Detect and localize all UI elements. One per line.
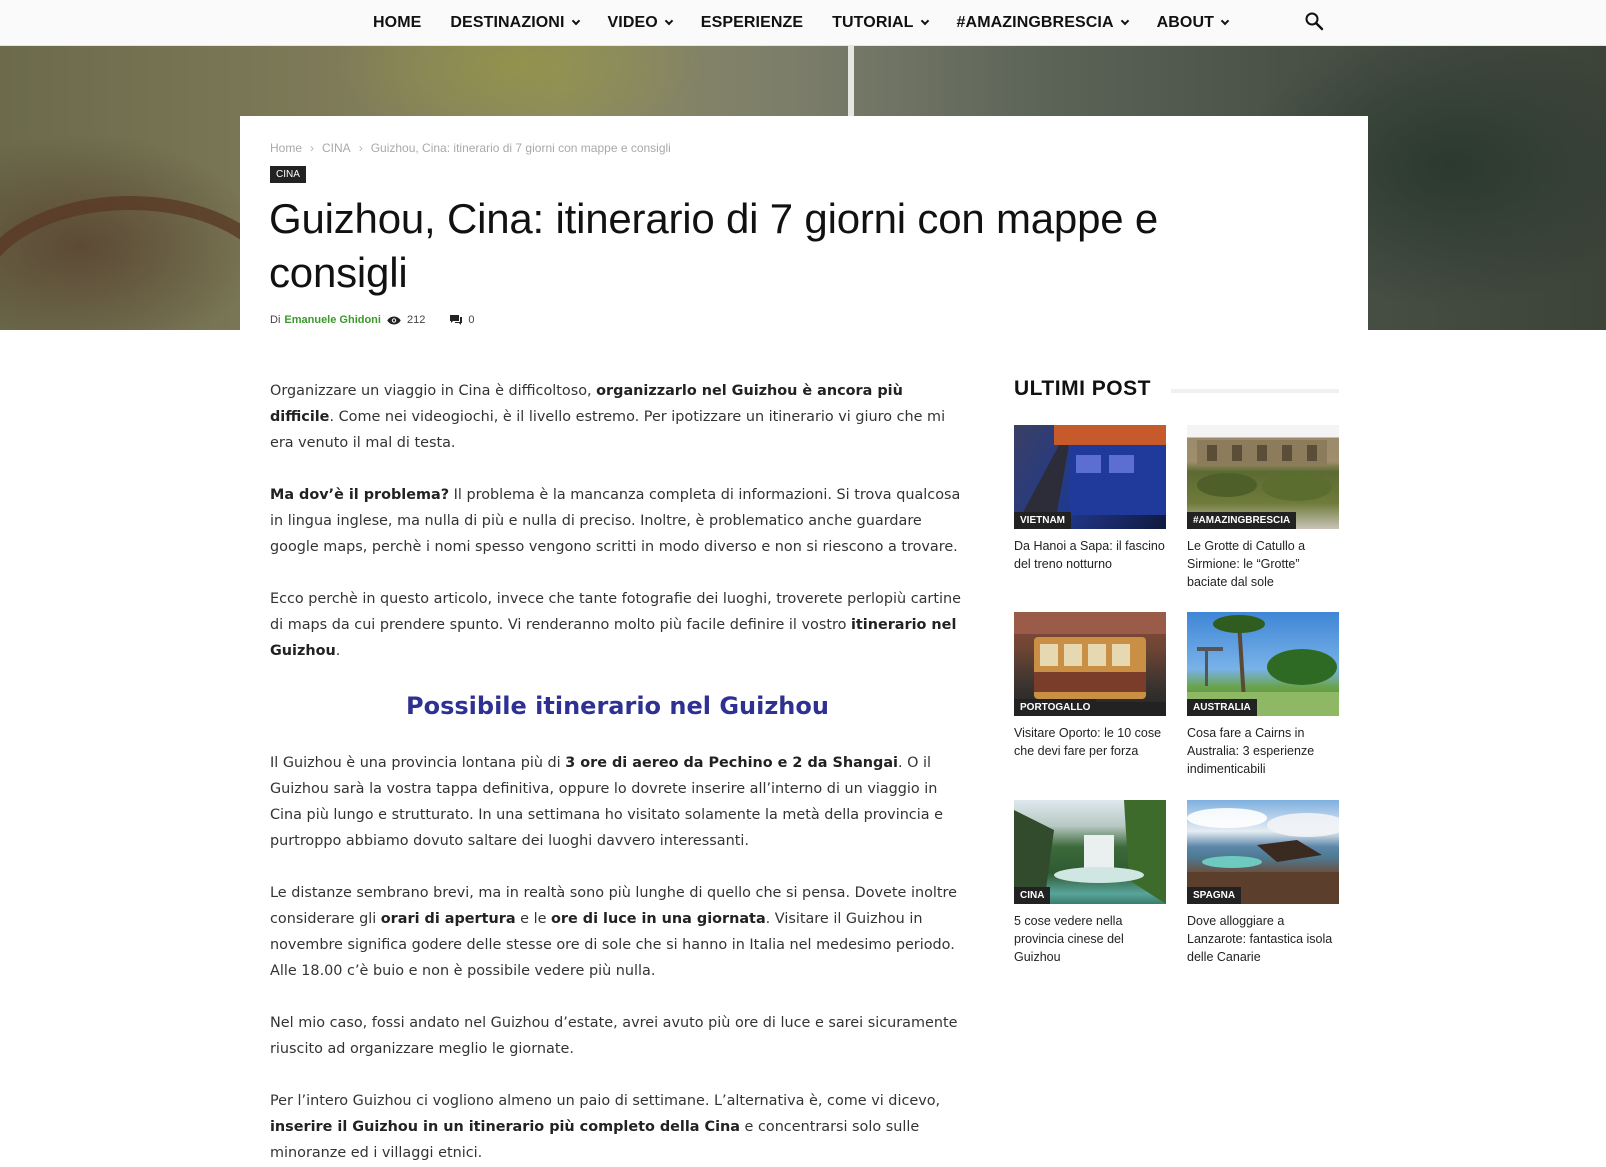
breadcrumb-home[interactable]: Home [270, 141, 302, 155]
article-title: Guizhou, Cina: itinerario di 7 giorni co… [269, 195, 1159, 296]
by-label: Di [270, 314, 281, 326]
paragraph: Le distanze sembrano brevi, ma in realtà… [270, 880, 965, 984]
post-thumbnail[interactable]: AUSTRALIA [1187, 612, 1339, 716]
comments-value: 0 [468, 314, 475, 326]
widget-title-label: ULTIMI POST [1014, 377, 1151, 400]
recent-post: VIETNAM Da Hanoi a Sapa: il fascino del … [1014, 425, 1166, 573]
post-title-link[interactable]: Dove alloggiare a Lanzarote: fantastica … [1187, 912, 1339, 966]
breadcrumb-separator: › [358, 141, 363, 155]
menu-item-video[interactable]: VIDEO [607, 14, 674, 32]
views-value: 212 [406, 314, 426, 326]
menu-item-home[interactable]: HOME [373, 14, 421, 32]
section-heading: Possibile itinerario nel Guizhou [406, 692, 829, 720]
main-menu: HOME DESTINAZIONI VIDEO ESPERIENZE TUTOR… [373, 0, 1257, 46]
menu-item-destinazioni[interactable]: DESTINAZIONI [450, 14, 580, 32]
article-body: Organizzare un viaggio in Cina è diffico… [270, 378, 965, 1167]
chevron-down-icon [920, 16, 929, 26]
bold-text: inserire il Guizhou in un itinerario più… [270, 1119, 740, 1135]
paragraph: Organizzare un viaggio in Cina è diffico… [270, 378, 965, 456]
widget-title-divider [1170, 388, 1339, 393]
recent-post: PORTOGALLO Visitare Oporto: le 10 cose c… [1014, 612, 1166, 760]
post-category-tag[interactable]: SPAGNA [1187, 887, 1242, 904]
text: Per l’intero Guizhou ci vogliono almeno … [270, 1093, 941, 1109]
post-thumbnail[interactable]: VIETNAM [1014, 425, 1166, 529]
post-category-tag[interactable]: CINA [1014, 887, 1051, 904]
paragraph: Il Guizhou è una provincia lontana più d… [270, 750, 965, 854]
menu-item-amazingbrescia[interactable]: #AMAZINGBRESCIA [956, 14, 1129, 32]
category-tag[interactable]: CINA [270, 166, 306, 183]
comment-icon [450, 315, 463, 325]
text: . [335, 643, 341, 659]
top-navigation: HOME DESTINAZIONI VIDEO ESPERIENZE TUTOR… [0, 0, 1606, 46]
breadcrumb-category[interactable]: CINA [322, 141, 351, 155]
breadcrumb-current: Guizhou, Cina: itinerario di 7 giorni co… [370, 141, 671, 155]
post-title-link[interactable]: Cosa fare a Cairns in Australia: 3 esper… [1187, 724, 1339, 778]
post-thumbnail[interactable]: #AMAZINGBRESCIA [1187, 425, 1339, 529]
article-header: Home › CINA › Guizhou, Cina: itinerario … [240, 116, 1368, 330]
bold-text: orari di apertura [380, 911, 516, 927]
recent-post: AUSTRALIA Cosa fare a Cairns in Australi… [1187, 612, 1339, 778]
menu-item-label: TUTORIAL [832, 14, 914, 31]
text: e le [515, 911, 552, 927]
views-count: 212 [387, 314, 425, 326]
search-icon [1305, 12, 1324, 31]
text: Organizzare un viaggio in Cina è diffico… [270, 383, 597, 399]
paragraph: Nel mio caso, fossi andato nel Guizhou d… [270, 1015, 958, 1057]
bold-text: ore di luce in una giornata [551, 911, 766, 927]
post-category-tag[interactable]: #AMAZINGBRESCIA [1187, 512, 1297, 529]
author-link[interactable]: Emanuele Ghidoni [284, 314, 381, 326]
recent-post: #AMAZINGBRESCIA Le Grotte di Catullo a S… [1187, 425, 1339, 591]
breadcrumb-separator: › [310, 141, 315, 155]
post-thumbnail[interactable]: CINA [1014, 800, 1166, 904]
chevron-down-icon [1120, 16, 1129, 26]
post-thumbnail[interactable]: PORTOGALLO [1014, 612, 1166, 716]
menu-item-label: DESTINAZIONI [450, 14, 565, 31]
text: Il Guizhou è una provincia lontana più d… [270, 755, 566, 771]
recent-post: SPAGNA Dove alloggiare a Lanzarote: fant… [1187, 800, 1339, 966]
post-category-tag[interactable]: VIETNAM [1014, 512, 1071, 529]
post-title-link[interactable]: Le Grotte di Catullo a Sirmione: le “Gro… [1187, 537, 1339, 591]
post-title-link[interactable]: Visitare Oporto: le 10 cose che devi far… [1014, 724, 1166, 760]
comments-count[interactable]: 0 [450, 314, 474, 326]
menu-item-esperienze[interactable]: ESPERIENZE [701, 14, 803, 32]
post-thumbnail[interactable]: SPAGNA [1187, 800, 1339, 904]
chevron-down-icon [1220, 16, 1230, 26]
menu-item-about[interactable]: ABOUT [1156, 14, 1230, 32]
hero-pole-shape [848, 46, 854, 116]
recent-post: CINA 5 cose vedere nella provincia cines… [1014, 800, 1166, 966]
menu-item-label: HOME [373, 14, 422, 31]
menu-item-label: ESPERIENZE [700, 14, 804, 31]
paragraph: Ma dov’è il problema? Il problema è la m… [270, 482, 965, 560]
widget-title: ULTIMI POST [1014, 377, 1339, 401]
bold-text: 3 ore di aereo da Pechino e 2 da Shangai [565, 755, 898, 771]
post-title-link[interactable]: 5 cose vedere nella provincia cinese del… [1014, 912, 1166, 966]
menu-item-label: VIDEO [607, 14, 658, 31]
post-category-tag[interactable]: PORTOGALLO [1014, 699, 1097, 716]
paragraph: Ecco perchè in questo articolo, invece c… [270, 586, 965, 664]
article-meta: Di Emanuele Ghidoni 212 0 [270, 314, 474, 326]
menu-item-tutorial[interactable]: TUTORIAL [832, 14, 929, 32]
post-category-tag[interactable]: AUSTRALIA [1187, 699, 1257, 716]
menu-item-label: #AMAZINGBRESCIA [956, 14, 1114, 31]
chevron-down-icon [571, 16, 580, 26]
sidebar: ULTIMI POST VIETNAM Da Hanoi a Sapa: il … [1014, 377, 1339, 964]
post-title-link[interactable]: Da Hanoi a Sapa: il fascino del treno no… [1014, 537, 1166, 573]
bold-text: Ma dov’è il problema? [270, 487, 450, 503]
eye-icon [387, 316, 401, 324]
chevron-down-icon [664, 16, 674, 26]
search-button[interactable] [1304, 11, 1326, 33]
paragraph: Per l’intero Guizhou ci vogliono almeno … [270, 1088, 965, 1166]
menu-item-label: ABOUT [1156, 14, 1214, 31]
breadcrumb: Home › CINA › Guizhou, Cina: itinerario … [270, 141, 671, 155]
text: . Come nei videogiochi, è il livello est… [270, 409, 946, 451]
